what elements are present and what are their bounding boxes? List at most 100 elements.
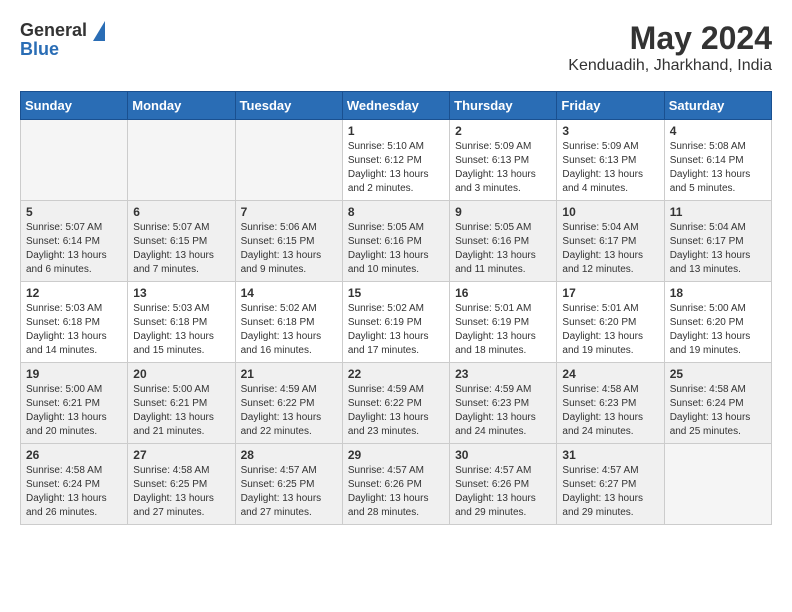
header-friday: Friday [557,92,664,120]
table-row: 16Sunrise: 5:01 AMSunset: 6:19 PMDayligh… [450,282,557,363]
table-row [128,120,235,201]
day-number: 25 [670,367,766,381]
day-info: Sunrise: 4:57 AMSunset: 6:26 PMDaylight:… [455,464,551,520]
day-info: Sunrise: 5:05 AMSunset: 6:16 PMDaylight:… [455,221,551,277]
day-number: 2 [455,124,551,138]
header-thursday: Thursday [450,92,557,120]
calendar-body: 1Sunrise: 5:10 AMSunset: 6:12 PMDaylight… [21,120,772,525]
day-info: Sunrise: 4:59 AMSunset: 6:23 PMDaylight:… [455,383,551,439]
calendar-table: Sunday Monday Tuesday Wednesday Thursday… [20,91,772,525]
table-row: 15 Sunrise: 5:02 AMSunset: 6:19 PMDayligh… [342,282,449,363]
table-row: 2 Sunrise: 5:09 AMSunset: 6:13 PMDaylight… [450,120,557,201]
day-info: Sunrise: 4:57 AMSunset: 6:26 PMDaylight:… [348,464,444,520]
day-info: Sunrise: 5:00 AMSunset: 6:21 PMDaylight:… [133,383,229,439]
logo-blue: Blue [20,39,59,60]
day-info: Sunrise: 5:01 AMSunset: 6:19 PMDaylight:… [455,302,551,358]
table-row [664,444,771,525]
table-row: 13Sunrise: 5:03 AMSunset: 6:18 PMDayligh… [128,282,235,363]
table-row: 12Sunrise: 5:03 AMSunset: 6:18 PMDayligh… [21,282,128,363]
day-info: Sunrise: 5:05 AMSunset: 6:16 PMDaylight:… [348,221,444,277]
logo: General Blue [20,20,105,60]
table-row: 5 Sunrise: 5:07 AMSunset: 6:14 PMDaylight… [21,201,128,282]
day-info: Sunrise: 5:00 AMSunset: 6:20 PMDaylight:… [670,302,766,358]
table-row: 26Sunrise: 4:58 AMSunset: 6:24 PMDayligh… [21,444,128,525]
day-info: Sunrise: 5:09 AMSunset: 6:13 PMDaylight:… [562,140,658,196]
month-year: May 2024 [568,20,772,57]
header-wednesday: Wednesday [342,92,449,120]
day-number: 9 [455,205,551,219]
table-row: 17Sunrise: 5:01 AMSunset: 6:20 PMDayligh… [557,282,664,363]
day-info: Sunrise: 4:58 AMSunset: 6:23 PMDaylight:… [562,383,658,439]
day-number: 15 [348,286,444,300]
day-number: 27 [133,448,229,462]
day-number: 19 [26,367,122,381]
day-number: 10 [562,205,658,219]
day-info: Sunrise: 5:02 AMSunset: 6:19 PMDaylight:… [348,302,444,358]
calendar-week-row: 26Sunrise: 4:58 AMSunset: 6:24 PMDayligh… [21,444,772,525]
day-number: 5 [26,205,122,219]
day-info: Sunrise: 5:01 AMSunset: 6:20 PMDaylight:… [562,302,658,358]
day-info: Sunrise: 5:03 AMSunset: 6:18 PMDaylight:… [133,302,229,358]
header-row: Sunday Monday Tuesday Wednesday Thursday… [21,92,772,120]
day-info: Sunrise: 5:09 AMSunset: 6:13 PMDaylight:… [455,140,551,196]
day-info: Sunrise: 5:04 AMSunset: 6:17 PMDaylight:… [562,221,658,277]
calendar-week-row: 5 Sunrise: 5:07 AMSunset: 6:14 PMDaylight… [21,201,772,282]
day-number: 29 [348,448,444,462]
calendar-header: Sunday Monday Tuesday Wednesday Thursday… [21,92,772,120]
table-row: 28 Sunrise: 4:57 AMSunset: 6:25 PMDayligh… [235,444,342,525]
header-sunday: Sunday [21,92,128,120]
day-number: 21 [241,367,337,381]
page-header: General Blue May 2024 Kenduadih, Jharkha… [20,20,772,75]
day-info: Sunrise: 5:06 AMSunset: 6:15 PMDaylight:… [241,221,337,277]
day-info: Sunrise: 4:57 AMSunset: 6:25 PMDaylight:… [241,464,337,520]
table-row: 30 Sunrise: 4:57 AMSunset: 6:26 PMDayligh… [450,444,557,525]
table-row: 8 Sunrise: 5:05 AMSunset: 6:16 PMDaylight… [342,201,449,282]
day-info: Sunrise: 4:59 AMSunset: 6:22 PMDaylight:… [241,383,337,439]
table-row: 9 Sunrise: 5:05 AMSunset: 6:16 PMDaylight… [450,201,557,282]
day-info: Sunrise: 5:03 AMSunset: 6:18 PMDaylight:… [26,302,122,358]
table-row: 20 Sunrise: 5:00 AMSunset: 6:21 PMDayligh… [128,363,235,444]
table-row: 7 Sunrise: 5:06 AMSunset: 6:15 PMDaylight… [235,201,342,282]
day-number: 1 [348,124,444,138]
table-row: 29 Sunrise: 4:57 AMSunset: 6:26 PMDayligh… [342,444,449,525]
logo-general: General [20,20,87,41]
header-saturday: Saturday [664,92,771,120]
title-section: May 2024 Kenduadih, Jharkhand, India [568,20,772,75]
calendar-week-row: 1Sunrise: 5:10 AMSunset: 6:12 PMDaylight… [21,120,772,201]
day-number: 3 [562,124,658,138]
day-number: 30 [455,448,551,462]
table-row: 21 Sunrise: 4:59 AMSunset: 6:22 PMDayligh… [235,363,342,444]
table-row: 10 Sunrise: 5:04 AMSunset: 6:17 PMDayligh… [557,201,664,282]
day-number: 8 [348,205,444,219]
day-number: 7 [241,205,337,219]
table-row: 14 Sunrise: 5:02 AMSunset: 6:18 PMDayligh… [235,282,342,363]
header-tuesday: Tuesday [235,92,342,120]
calendar-week-row: 12Sunrise: 5:03 AMSunset: 6:18 PMDayligh… [21,282,772,363]
table-row: 11Sunrise: 5:04 AMSunset: 6:17 PMDayligh… [664,201,771,282]
table-row: 18Sunrise: 5:00 AMSunset: 6:20 PMDayligh… [664,282,771,363]
table-row: 24 Sunrise: 4:58 AMSunset: 6:23 PMDayligh… [557,363,664,444]
calendar-week-row: 19 Sunrise: 5:00 AMSunset: 6:21 PMDayligh… [21,363,772,444]
day-number: 11 [670,205,766,219]
day-info: Sunrise: 4:59 AMSunset: 6:22 PMDaylight:… [348,383,444,439]
table-row: 22Sunrise: 4:59 AMSunset: 6:22 PMDayligh… [342,363,449,444]
day-info: Sunrise: 5:02 AMSunset: 6:18 PMDaylight:… [241,302,337,358]
table-row [235,120,342,201]
day-info: Sunrise: 4:57 AMSunset: 6:27 PMDaylight:… [562,464,658,520]
day-info: Sunrise: 4:58 AMSunset: 6:24 PMDaylight:… [670,383,766,439]
header-monday: Monday [128,92,235,120]
day-number: 24 [562,367,658,381]
location: Kenduadih, Jharkhand, India [568,57,772,75]
day-number: 14 [241,286,337,300]
day-number: 20 [133,367,229,381]
day-number: 28 [241,448,337,462]
table-row: 1Sunrise: 5:10 AMSunset: 6:12 PMDaylight… [342,120,449,201]
day-number: 6 [133,205,229,219]
day-info: Sunrise: 4:58 AMSunset: 6:25 PMDaylight:… [133,464,229,520]
table-row: 23 Sunrise: 4:59 AMSunset: 6:23 PMDayligh… [450,363,557,444]
logo-triangle [93,21,105,41]
day-info: Sunrise: 5:07 AMSunset: 6:14 PMDaylight:… [26,221,122,277]
day-info: Sunrise: 5:08 AMSunset: 6:14 PMDaylight:… [670,140,766,196]
day-info: Sunrise: 5:00 AMSunset: 6:21 PMDaylight:… [26,383,122,439]
day-number: 23 [455,367,551,381]
